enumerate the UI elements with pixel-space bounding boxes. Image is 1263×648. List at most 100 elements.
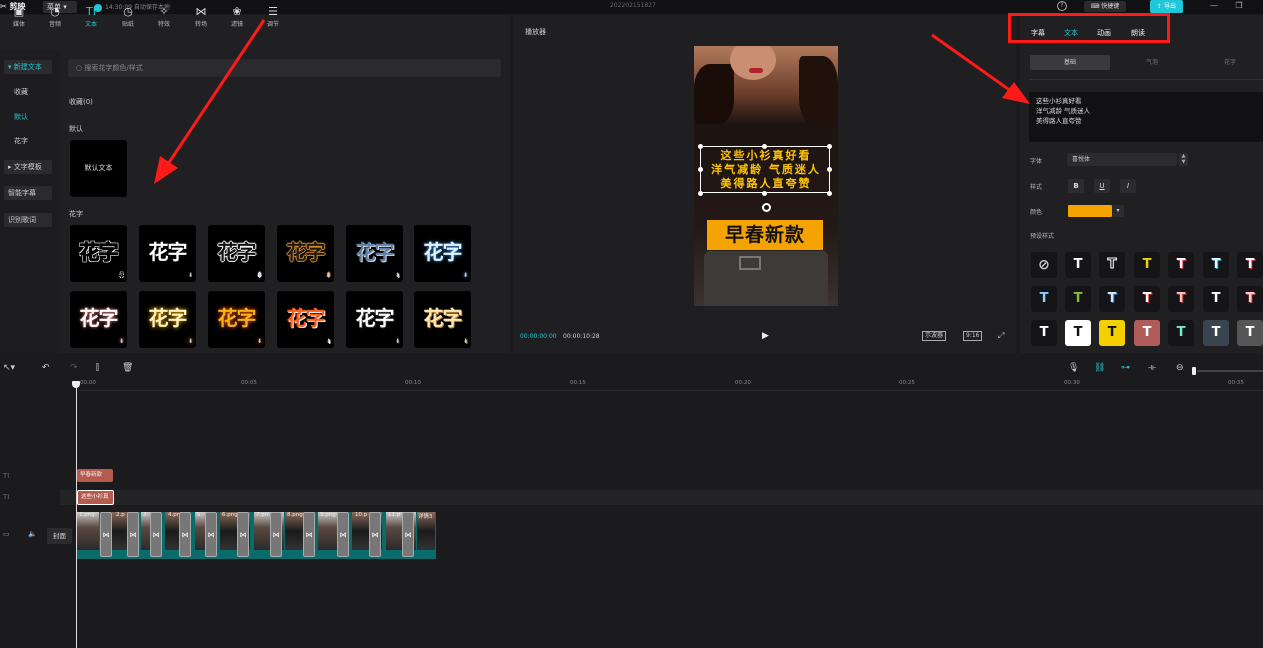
shortcut-button[interactable]: ⌨ 快捷键	[1084, 1, 1126, 12]
tool-audio[interactable]: ◔ 音频	[40, 4, 70, 34]
resize-handle[interactable]	[762, 191, 767, 196]
select-cursor-icon[interactable]: ↖▾	[3, 363, 15, 373]
preset-style[interactable]: T	[1203, 286, 1229, 312]
transition-icon[interactable]: ⋈	[127, 512, 139, 557]
sidebar-item-default[interactable]: 默认	[10, 110, 58, 124]
color-swatch[interactable]	[1068, 205, 1112, 217]
sidebar-item-lyrics[interactable]: 识别歌词	[4, 213, 52, 227]
text-selection-box[interactable]	[700, 146, 830, 193]
fancy-tile[interactable]: 花字 ⬇	[414, 291, 471, 348]
preset-style[interactable]: T	[1099, 252, 1125, 278]
fancy-tile[interactable]: 花字 ⬇	[139, 291, 196, 348]
fancy-tile[interactable]: 花字 ⬇	[277, 225, 334, 282]
zoom-slider-handle[interactable]	[1192, 367, 1196, 375]
fancy-tile[interactable]: 花字 ⬇	[414, 225, 471, 282]
align-icon[interactable]: ⟛	[1148, 363, 1156, 373]
fancy-tile[interactable]: 花字 ⬇	[346, 291, 403, 348]
preset-style[interactable]: T	[1099, 286, 1125, 312]
resize-handle[interactable]	[827, 191, 832, 196]
preset-style[interactable]: T	[1203, 320, 1229, 346]
transition-icon[interactable]: ⋈	[100, 512, 112, 557]
transition-icon[interactable]: ⋈	[337, 512, 349, 557]
preset-none-icon[interactable]: ⊘	[1031, 252, 1057, 278]
preset-style[interactable]: T	[1031, 320, 1057, 346]
fancy-tile[interactable]: 花字 ⬇	[70, 225, 127, 282]
audio-mute-icon[interactable]: 🔈	[28, 530, 37, 538]
link-icon[interactable]: ⛓	[1094, 363, 1105, 373]
resize-handle[interactable]	[827, 144, 832, 149]
play-icon[interactable]: ▶	[762, 331, 769, 341]
preset-style[interactable]: T	[1065, 286, 1091, 312]
resize-handle[interactable]	[698, 167, 703, 172]
maximize-icon[interactable]: ❐	[1233, 1, 1245, 12]
preset-style[interactable]: T	[1065, 320, 1091, 346]
transition-icon[interactable]: ⋈	[270, 512, 282, 557]
export-button[interactable]: ⇪ 导出	[1150, 0, 1183, 13]
preset-style[interactable]: T	[1134, 320, 1160, 346]
preset-style[interactable]: T	[1168, 286, 1194, 312]
fancy-tile[interactable]: 花字 ⬇	[277, 291, 334, 348]
split-icon[interactable]: ⫿	[96, 363, 99, 373]
resize-handle[interactable]	[698, 144, 703, 149]
microphone-icon[interactable]: 🎙	[1068, 363, 1079, 373]
transition-icon[interactable]: ⋈	[237, 512, 249, 557]
help-icon[interactable]: ?	[1057, 1, 1067, 11]
preset-style[interactable]: T	[1134, 252, 1160, 278]
subtab-basic[interactable]: 基础	[1030, 55, 1110, 70]
preset-style[interactable]: T	[1168, 320, 1194, 346]
zoom-slider-track[interactable]	[1197, 370, 1263, 372]
preset-style[interactable]: T	[1237, 320, 1263, 346]
redo-icon[interactable]: ↷	[70, 363, 78, 373]
fancy-tile[interactable]: 花字 ⬇	[139, 225, 196, 282]
magnet-icon[interactable]: ⊶	[1121, 363, 1130, 373]
cover-button[interactable]: 封面	[47, 528, 72, 544]
undo-icon[interactable]: ↶	[42, 363, 50, 373]
scope-button[interactable]: 示波器	[922, 331, 947, 341]
ratio-button[interactable]: 9:16	[963, 331, 983, 341]
preset-style[interactable]: T	[1134, 286, 1160, 312]
font-stepper-icon[interactable]: ▲ ▼	[1179, 153, 1188, 166]
sidebar-item-favorites[interactable]: 收藏	[10, 85, 58, 99]
transition-icon[interactable]: ⋈	[150, 512, 162, 557]
text-content-input[interactable]: 这些小衫真好看 洋气减龄 气质迷人 美得路人直夸赞	[1029, 92, 1263, 142]
playhead[interactable]	[76, 381, 77, 648]
subtab-fancy[interactable]: 花字	[1190, 55, 1263, 70]
fancy-tile[interactable]: 花字 ⬇	[208, 225, 265, 282]
tool-text[interactable]: TI 文本	[76, 4, 106, 34]
transition-icon[interactable]: ⋈	[303, 512, 315, 557]
preset-style[interactable]: T	[1065, 252, 1091, 278]
font-select[interactable]: 喜悦体	[1067, 153, 1177, 166]
preset-style[interactable]: T	[1168, 252, 1194, 278]
text-clip-selected[interactable]: 这些小衫真	[77, 490, 114, 505]
sidebar-item-new-text[interactable]: ▾ 新建文本	[4, 60, 52, 74]
preset-style[interactable]: T	[1237, 286, 1263, 312]
search-input[interactable]: ○ 搜索花字颜色/样式	[68, 59, 501, 77]
subtab-bubble[interactable]: 气泡	[1112, 55, 1192, 70]
sidebar-item-smart-caption[interactable]: 智能字幕	[4, 186, 52, 200]
underline-button[interactable]: U	[1094, 179, 1110, 193]
tool-sticker[interactable]: ◷ 贴纸	[113, 4, 143, 34]
transition-icon[interactable]: ⋈	[402, 512, 414, 557]
resize-handle[interactable]	[762, 144, 767, 149]
tool-media[interactable]: ▣ 媒体	[4, 4, 34, 34]
transition-icon[interactable]: ⋈	[205, 512, 217, 557]
preset-style[interactable]: T	[1099, 320, 1125, 346]
resize-handle[interactable]	[827, 167, 832, 172]
fancy-tile[interactable]: 花字 ⬇	[70, 291, 127, 348]
resize-handle[interactable]	[698, 191, 703, 196]
default-text-tile[interactable]: 默认文本	[70, 140, 127, 197]
rotate-handle-icon[interactable]	[762, 203, 771, 212]
fancy-tile[interactable]: 花字 ⬇	[208, 291, 265, 348]
sidebar-item-text-template[interactable]: ▸ 文字模板	[4, 160, 52, 174]
fancy-tile[interactable]: 花字 ⬇	[346, 225, 403, 282]
transition-icon[interactable]: ⋈	[179, 512, 191, 557]
video-preview[interactable]: 这些小衫真好看 洋气减龄 气质迷人 美得路人直夸赞 早春新款	[694, 46, 838, 306]
bold-button[interactable]: B	[1068, 179, 1084, 193]
sidebar-item-fancy[interactable]: 花字	[10, 134, 58, 148]
zoom-out-icon[interactable]: ⊖	[1176, 363, 1184, 373]
fullscreen-icon[interactable]: ⤢	[998, 331, 1004, 341]
minimize-icon[interactable]: —	[1208, 1, 1220, 12]
preset-style[interactable]: T	[1203, 252, 1229, 278]
chevron-down-icon[interactable]: ▾	[1112, 205, 1124, 217]
delete-icon[interactable]: 🗑	[122, 363, 133, 373]
